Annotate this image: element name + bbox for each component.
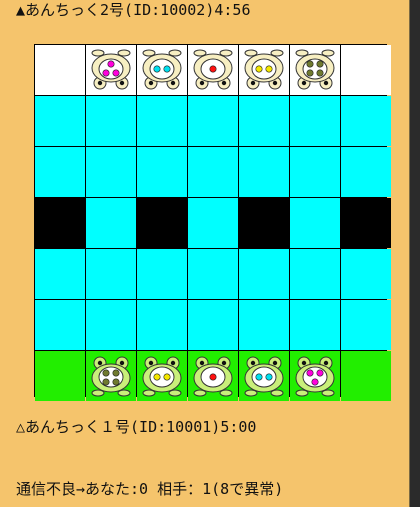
player-frog-piece[interactable] bbox=[89, 354, 133, 398]
opponent-frog-piece bbox=[193, 49, 233, 90]
piece-dot bbox=[255, 373, 263, 381]
piece-dot bbox=[306, 69, 314, 77]
player-frog-piece[interactable] bbox=[191, 354, 235, 398]
board-cell-bottom-goal[interactable] bbox=[239, 351, 289, 401]
opponent-frog-piece bbox=[142, 49, 182, 90]
board-cell-water[interactable] bbox=[341, 300, 391, 350]
board-cell-bottom-goal[interactable] bbox=[35, 351, 85, 401]
board-cell-bottom-goal[interactable] bbox=[137, 351, 187, 401]
piece-dot bbox=[102, 369, 110, 377]
board-cell-water[interactable] bbox=[86, 96, 136, 146]
game-board bbox=[34, 44, 391, 401]
connection-status: 通信不良→あなた:0 相手：1(8で異常) bbox=[16, 480, 284, 498]
board-cell-water[interactable] bbox=[86, 300, 136, 350]
board-cell-bottom-goal[interactable] bbox=[86, 351, 136, 401]
piece-dot bbox=[112, 378, 120, 386]
board-cell-block bbox=[35, 198, 85, 248]
board-cell-water[interactable] bbox=[137, 300, 187, 350]
board-cell-water[interactable] bbox=[290, 300, 340, 350]
board-cell-water[interactable] bbox=[290, 249, 340, 299]
board-cell-water[interactable] bbox=[341, 249, 391, 299]
player-frog-piece[interactable] bbox=[242, 354, 286, 398]
piece-dot bbox=[107, 60, 115, 68]
board-cell-top-goal[interactable] bbox=[86, 45, 136, 95]
board-cell-water[interactable] bbox=[86, 147, 136, 197]
opponent-frog-piece bbox=[244, 49, 284, 90]
piece-dot bbox=[209, 373, 217, 381]
piece-dot bbox=[209, 65, 217, 73]
piece-dot bbox=[102, 378, 110, 386]
board-cell-water[interactable] bbox=[290, 198, 340, 248]
board-cell-block bbox=[341, 198, 391, 248]
player-frog-piece[interactable] bbox=[293, 354, 337, 398]
board-cell-water[interactable] bbox=[341, 147, 391, 197]
piece-dot bbox=[316, 369, 324, 377]
board-cell-water[interactable] bbox=[239, 96, 289, 146]
board-cell-water[interactable] bbox=[86, 249, 136, 299]
board-cell-bottom-goal[interactable] bbox=[341, 351, 391, 401]
board-cell-water[interactable] bbox=[35, 300, 85, 350]
board-cell-block bbox=[239, 198, 289, 248]
player-status: △あんちっく１号(ID:10001)5:00 bbox=[16, 418, 257, 436]
board-cell-block bbox=[137, 198, 187, 248]
piece-dot bbox=[163, 373, 171, 381]
piece-dot bbox=[265, 373, 273, 381]
piece-dot bbox=[112, 69, 120, 77]
board-cell-water[interactable] bbox=[188, 147, 238, 197]
opponent-status: ▲あんちっく2号(ID:10002)4:56 bbox=[16, 1, 251, 19]
board-cell-water[interactable] bbox=[35, 147, 85, 197]
opponent-frog-piece bbox=[91, 49, 131, 90]
piece-dot bbox=[102, 69, 110, 77]
board-cell-water[interactable] bbox=[188, 96, 238, 146]
board-cell-water[interactable] bbox=[239, 300, 289, 350]
piece-dot bbox=[153, 65, 161, 73]
piece-dot bbox=[316, 60, 324, 68]
piece-dot bbox=[153, 373, 161, 381]
board-cell-top-goal[interactable] bbox=[341, 45, 391, 95]
player-frog-piece[interactable] bbox=[140, 354, 184, 398]
board-cell-water[interactable] bbox=[188, 300, 238, 350]
board-cell-top-goal[interactable] bbox=[188, 45, 238, 95]
board-cell-water[interactable] bbox=[188, 249, 238, 299]
board-cell-water[interactable] bbox=[137, 249, 187, 299]
board-cell-top-goal[interactable] bbox=[239, 45, 289, 95]
game-window: ▲あんちっく2号(ID:10002)4:56 △あんちっく１号(ID:10001… bbox=[0, 0, 410, 507]
board-cell-water[interactable] bbox=[239, 147, 289, 197]
opponent-frog-piece bbox=[295, 49, 335, 90]
piece-dot bbox=[306, 369, 314, 377]
piece-dot bbox=[112, 369, 120, 377]
board-cell-bottom-goal[interactable] bbox=[290, 351, 340, 401]
board-cell-water[interactable] bbox=[290, 96, 340, 146]
piece-dot bbox=[316, 69, 324, 77]
piece-dot bbox=[306, 60, 314, 68]
board-cell-top-goal[interactable] bbox=[137, 45, 187, 95]
piece-dot bbox=[265, 65, 273, 73]
board-cell-water[interactable] bbox=[188, 198, 238, 248]
board-cell-water[interactable] bbox=[35, 249, 85, 299]
board-cell-water[interactable] bbox=[239, 249, 289, 299]
board-cell-water[interactable] bbox=[86, 198, 136, 248]
board-cell-water[interactable] bbox=[137, 96, 187, 146]
piece-dot bbox=[163, 65, 171, 73]
board-cell-water[interactable] bbox=[341, 96, 391, 146]
board-cell-top-goal[interactable] bbox=[290, 45, 340, 95]
board-cell-water[interactable] bbox=[137, 147, 187, 197]
board-cell-water[interactable] bbox=[35, 96, 85, 146]
board-cell-top-goal[interactable] bbox=[35, 45, 85, 95]
piece-dot bbox=[255, 65, 263, 73]
board-cell-bottom-goal[interactable] bbox=[188, 351, 238, 401]
board-cell-water[interactable] bbox=[290, 147, 340, 197]
piece-dot bbox=[311, 378, 319, 386]
